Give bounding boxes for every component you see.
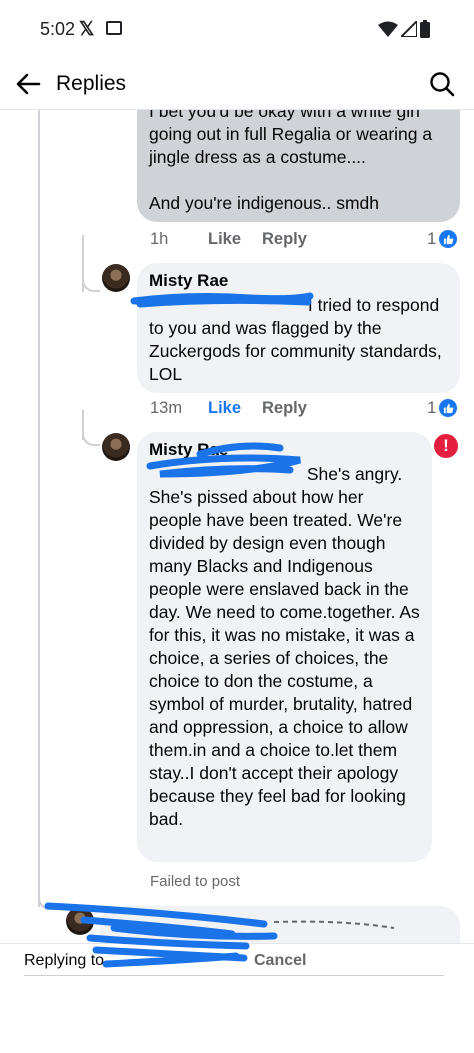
comment-bubble[interactable]: Misty Rae She's angry. She's pissed abou… bbox=[137, 432, 432, 862]
error-icon[interactable]: ! bbox=[434, 434, 458, 458]
status-time: 5:02 bbox=[40, 19, 76, 39]
comment-text: I tried to respond to you and was flagge… bbox=[149, 295, 447, 384]
like-button[interactable]: Like bbox=[208, 399, 262, 418]
thumbs-up-icon bbox=[439, 399, 458, 417]
comment-actions: 1h Like Reply bbox=[150, 230, 307, 249]
like-button[interactable]: Like bbox=[208, 230, 262, 249]
thread-connector bbox=[82, 274, 100, 292]
app-header: Replies bbox=[0, 58, 474, 110]
comment-actions: 13m Like Reply bbox=[150, 399, 307, 418]
comment-time: 13m bbox=[150, 399, 183, 417]
thread-connector bbox=[82, 428, 100, 446]
reaction-number: 1 bbox=[427, 398, 437, 417]
redaction-scribble bbox=[86, 934, 250, 968]
signal-icon bbox=[401, 21, 417, 37]
failed-status: Failed to post bbox=[150, 873, 241, 890]
cancel-reply-button[interactable]: Cancel bbox=[254, 952, 306, 970]
wifi-icon bbox=[378, 21, 398, 37]
notification-icon bbox=[106, 21, 122, 35]
redaction-scribble bbox=[130, 292, 314, 308]
reply-button[interactable]: Reply bbox=[262, 230, 307, 249]
comment-bubble[interactable]: I bet you'd be okay with a white girl go… bbox=[137, 110, 460, 222]
avatar[interactable] bbox=[102, 264, 130, 292]
avatar[interactable] bbox=[102, 433, 130, 461]
reaction-count[interactable]: 1 bbox=[427, 398, 458, 418]
reaction-count[interactable]: 1 bbox=[427, 229, 458, 249]
status-icons bbox=[378, 20, 430, 38]
comment-bubble[interactable]: Misty Rae I tried to respond to you and … bbox=[137, 263, 460, 393]
thread-line bbox=[38, 110, 40, 907]
battery-icon bbox=[420, 20, 430, 38]
comment-text: She's angry. She's pissed about how her … bbox=[149, 464, 425, 829]
reaction-number: 1 bbox=[427, 229, 437, 248]
x-logo-icon: 𝕏 bbox=[79, 19, 95, 40]
redaction-scribble bbox=[146, 442, 301, 478]
back-arrow-icon[interactable] bbox=[14, 70, 42, 98]
thumbs-up-icon bbox=[439, 230, 458, 248]
page-title: Replies bbox=[56, 72, 127, 95]
comment-time: 1h bbox=[150, 230, 169, 248]
reply-button[interactable]: Reply bbox=[262, 399, 307, 418]
status-bar: 5:02 𝕏 bbox=[0, 0, 474, 58]
comment-text: I bet you'd be okay with a white girl go… bbox=[149, 110, 433, 213]
search-icon[interactable] bbox=[428, 70, 456, 98]
replies-thread: I bet you'd be okay with a white girl go… bbox=[0, 110, 474, 943]
